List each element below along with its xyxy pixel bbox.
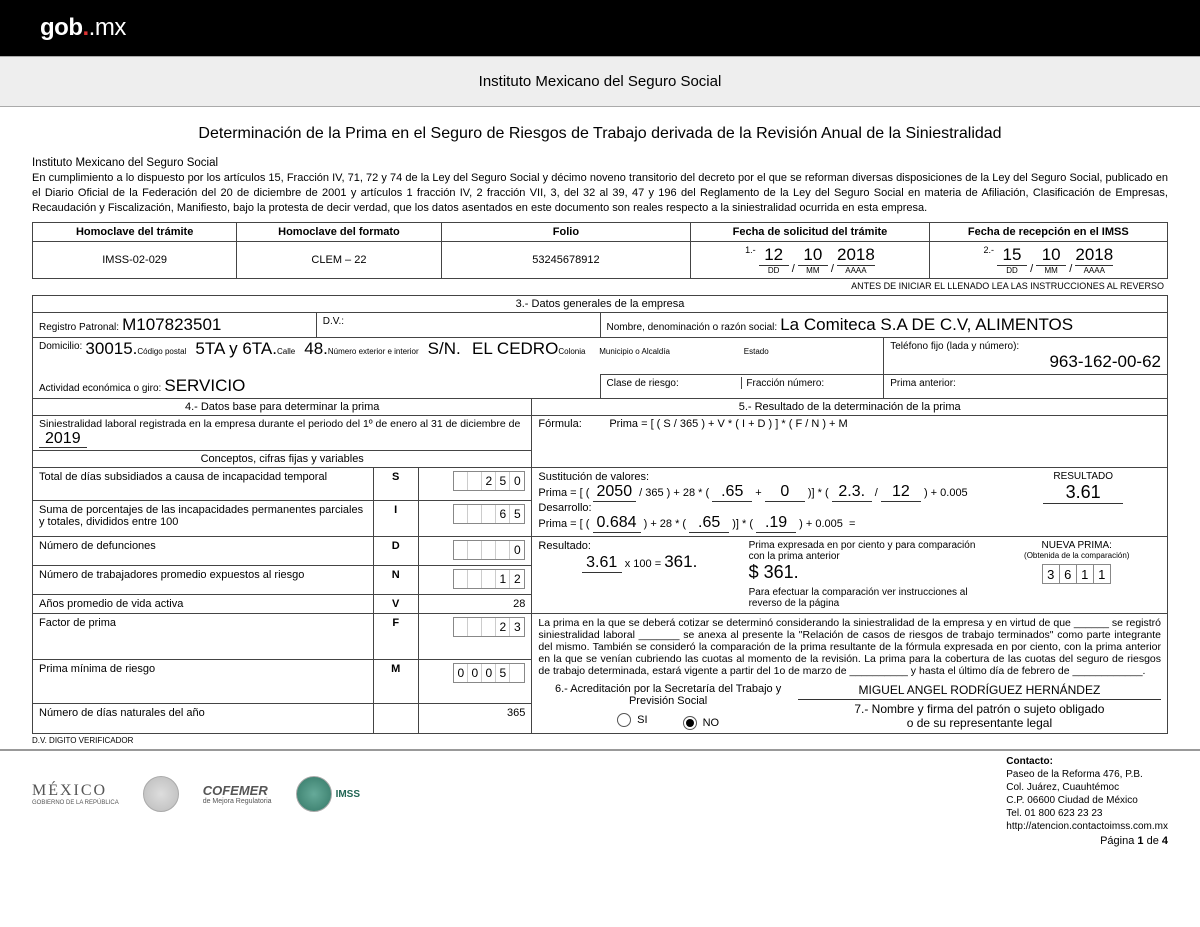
- legal-heading: Instituto Mexicano del Seguro Social: [32, 157, 1168, 169]
- mexico-logo: MÉXICOGOBIERNO DE LA REPÚBLICA: [32, 774, 119, 814]
- seal-icon: [143, 776, 179, 812]
- actividad-economica: SERVICIO: [164, 376, 245, 395]
- legal-text: En cumplimiento a lo dispuesto por los a…: [32, 171, 1168, 216]
- homoclave-formato: CLEM – 22: [237, 241, 441, 278]
- resultado-value: 3.61: [1043, 482, 1123, 504]
- acreditacion-no[interactable]: NO: [683, 716, 720, 730]
- fecha-solicitud: 1.- 12DD / 10MM / 2018AAAA: [691, 241, 929, 278]
- gobmx-logo: gob..mx: [40, 14, 126, 42]
- homoclave-tramite: IMSS-02-029: [33, 241, 237, 278]
- contact-info: Contacto: Paseo de la Reforma 476, P.B. …: [1006, 755, 1168, 833]
- imss-logo: IMSS: [296, 774, 360, 814]
- dv-note: D.V. DIGITO VERIFICADOR: [32, 734, 1168, 745]
- prima-comparacion: $ 361.: [749, 562, 985, 583]
- period-year: 2019: [39, 430, 87, 448]
- S-value: 250: [453, 471, 525, 491]
- registro-patronal: M107823501: [122, 315, 221, 334]
- gov-header: gob..mx: [0, 0, 1200, 56]
- prima-paragraph: La prima en la que se deberá cotizar se …: [538, 617, 1161, 677]
- telefono: 963-162-00-62: [1049, 352, 1161, 372]
- page-footer: MÉXICOGOBIERNO DE LA REPÚBLICA COFEMERde…: [0, 749, 1200, 833]
- page-number: Página 1 de 4: [0, 833, 1200, 855]
- acreditacion-si[interactable]: SI: [617, 713, 647, 727]
- institute-band: Instituto Mexicano del Seguro Social: [0, 56, 1200, 107]
- cofemer-logo: COFEMERde Mejora Regulatoria: [203, 774, 272, 814]
- sections-4-5: 4.- Datos base para determinar la prima …: [32, 398, 1168, 734]
- fecha-recepcion: 2.- 15DD / 10MM / 2018AAAA: [929, 241, 1167, 278]
- document-title: Determinación de la Prima en el Seguro d…: [32, 125, 1168, 143]
- reverse-note: ANTES DE INICIAR EL LLENADO LEA LAS INST…: [32, 279, 1168, 293]
- meta-table: Homoclave del trámiteHomoclave del forma…: [32, 222, 1168, 279]
- razon-social: La Comiteca S.A DE C.V, ALIMENTOS: [780, 315, 1073, 334]
- section3: 3.- Datos generales de la empresa Regist…: [32, 295, 1168, 400]
- nueva-prima: 3611: [1043, 564, 1111, 584]
- folio-value: 53245678912: [441, 241, 691, 278]
- I-value: 65: [453, 504, 525, 524]
- patron-nombre: MIGUEL ANGEL RODRÍGUEZ HERNÁNDEZ: [798, 683, 1161, 697]
